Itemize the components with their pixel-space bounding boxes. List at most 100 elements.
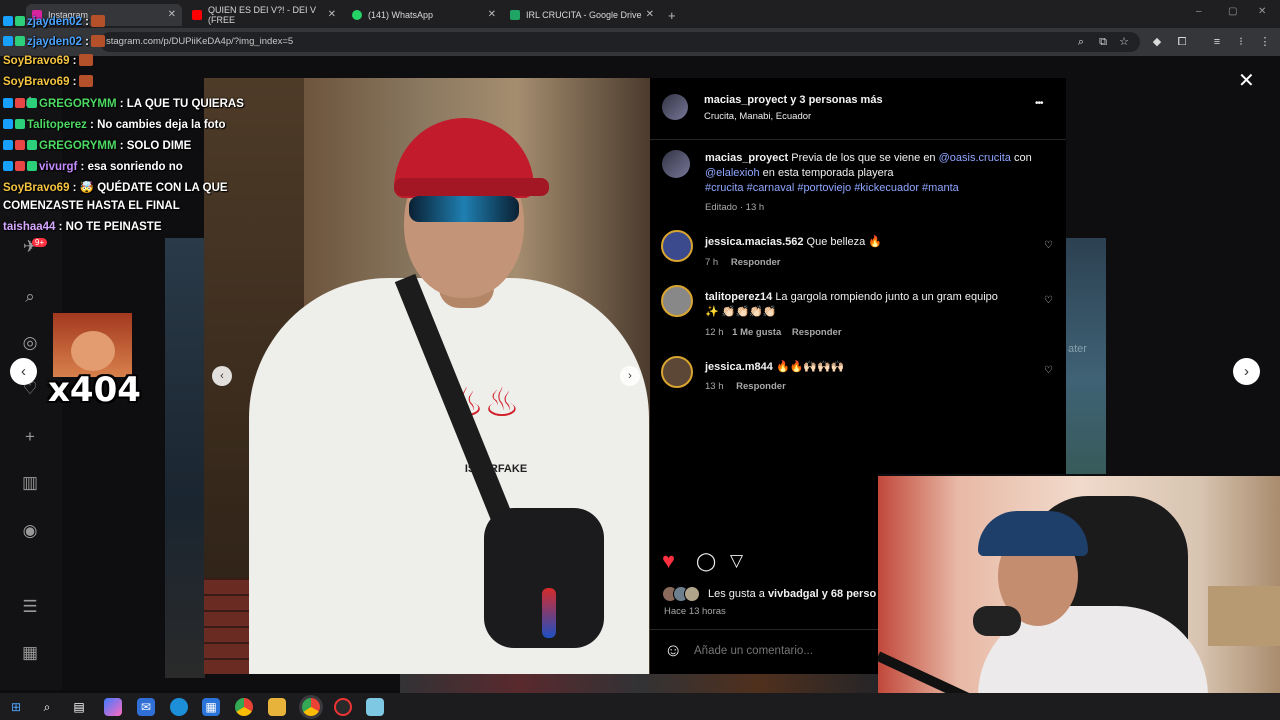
caption-mention[interactable]: @elalexioh xyxy=(705,167,760,179)
edge-icon[interactable] xyxy=(170,698,188,716)
comment-avatar[interactable] xyxy=(661,285,693,317)
next-image-button[interactable]: › xyxy=(620,366,640,386)
close-post-icon[interactable]: ✕ xyxy=(1238,68,1255,93)
apps-grid-icon[interactable]: ▦ xyxy=(19,642,41,664)
caption-text: en esta temporada playera xyxy=(762,167,894,179)
caption-mention[interactable]: @oasis.crucita xyxy=(939,152,1011,164)
maximize-icon[interactable]: ▢ xyxy=(1228,6,1237,17)
chat-username[interactable]: GREGORYMM xyxy=(39,140,117,152)
task-view-icon[interactable]: ▤ xyxy=(70,698,88,716)
likes-username[interactable]: vivbadgal xyxy=(768,588,819,600)
mail-icon[interactable]: ✉ xyxy=(137,698,155,716)
next-post-button[interactable]: › xyxy=(1233,358,1260,385)
reading-list-icon[interactable]: ≡ xyxy=(1210,35,1224,49)
chrome-icon[interactable] xyxy=(235,698,253,716)
tab-whatsapp[interactable]: (141) WhatsApp ✕ xyxy=(346,4,502,26)
close-tab-icon[interactable]: ✕ xyxy=(168,9,176,20)
comment-bubble-icon[interactable]: ◯ xyxy=(696,551,716,572)
close-window-icon[interactable]: ✕ xyxy=(1258,6,1266,17)
extension-diamond-icon[interactable]: ◆ xyxy=(1150,35,1164,49)
comment-likes[interactable]: 1 Me gusta xyxy=(732,327,781,338)
explore-icon[interactable]: ◎ xyxy=(19,332,41,354)
comment: jessica.macias.562 Que belleza 🔥 xyxy=(705,235,1035,250)
caption-hashtags[interactable]: #crucita #carnaval #portoviejo #kickecua… xyxy=(705,182,959,194)
search-icon[interactable]: ⌕ xyxy=(19,286,41,308)
close-tab-icon[interactable]: ✕ xyxy=(488,9,496,20)
dashboard-icon[interactable]: ▥ xyxy=(19,472,41,494)
chat-text: : esa sonriendo no xyxy=(77,161,183,173)
close-tab-icon[interactable]: ✕ xyxy=(646,9,654,20)
file-explorer-icon[interactable] xyxy=(268,698,286,716)
chat-username[interactable]: SoyBravo69 xyxy=(3,76,69,88)
liked-heart-icon[interactable]: ♥ xyxy=(662,548,675,574)
app-icon[interactable] xyxy=(366,698,384,716)
like-comment-heart-icon[interactable]: ♡ xyxy=(1044,295,1053,306)
bookmark-star-icon[interactable]: ☆ xyxy=(1117,35,1131,49)
tab-youtube[interactable]: QUIEN ES DEI V?! - DEI V (FREE ✕ xyxy=(186,4,342,26)
like-comment-heart-icon[interactable]: ♡ xyxy=(1044,365,1053,376)
like-comment-heart-icon[interactable]: ♡ xyxy=(1044,240,1053,251)
mod-badge-icon xyxy=(27,98,37,108)
install-icon[interactable]: ⧉ xyxy=(1096,35,1110,49)
caption-author-avatar[interactable] xyxy=(662,150,690,178)
comment-avatar[interactable] xyxy=(661,356,693,388)
reply-button[interactable]: Responder xyxy=(792,327,842,338)
store-icon[interactable]: ▦ xyxy=(202,698,220,716)
likes-count[interactable]: y 68 perso xyxy=(819,588,876,600)
coauthors-text[interactable]: y 3 personas más xyxy=(787,94,882,106)
post-photo[interactable]: ♨♨ ISPERFAKE xyxy=(204,78,650,674)
post-author-username[interactable]: macias_proyect xyxy=(704,94,787,106)
comment-text: 🔥🔥🙌🏻🙌🏻🙌🏻 xyxy=(775,361,845,373)
more-options-icon[interactable]: ••• xyxy=(1035,98,1043,109)
zoom-icon[interactable]: ⌕ xyxy=(1074,35,1088,49)
post-author-avatar[interactable] xyxy=(662,94,688,120)
comment-username[interactable]: jessica.m844 xyxy=(705,361,773,373)
more-menu-icon[interactable]: ☰ xyxy=(19,596,41,618)
comment-username[interactable]: talitoperez14 xyxy=(705,291,772,303)
add-comment-input[interactable] xyxy=(694,642,874,660)
chat-username[interactable]: vivurgf xyxy=(39,161,77,173)
chat-username[interactable]: taishaa44 xyxy=(3,221,55,233)
profile-avatar-icon[interactable]: ◉ xyxy=(19,520,41,542)
search-icon[interactable]: ⌕ xyxy=(38,698,56,716)
post-location[interactable]: Crucita, Manabi, Ecuador xyxy=(704,109,811,124)
photo-keychain-toy xyxy=(542,588,556,638)
comment-meta: 12 h 1 Me gusta Responder xyxy=(705,327,842,338)
menu-icon[interactable]: ⋮ xyxy=(1258,35,1272,49)
windows-taskbar: ⊞ ⌕ ▤ ✉ ▦ xyxy=(0,693,1280,720)
chat-username[interactable]: SoyBravo69 xyxy=(3,55,69,67)
caption-username[interactable]: macias_proyect xyxy=(705,152,788,164)
reply-button[interactable]: Responder xyxy=(731,257,781,268)
url-field[interactable]: stagram.com/p/DUPiiKeDA4p/?img_index=5 xyxy=(100,32,1140,52)
chat-username[interactable]: SoyBravo69 xyxy=(3,182,69,194)
chat-text: : LA QUE TU QUIERAS xyxy=(116,98,244,110)
chat-emote-icon xyxy=(78,54,93,66)
reply-button[interactable]: Responder xyxy=(736,381,786,392)
chrome-active-icon[interactable] xyxy=(302,698,320,716)
comment-username[interactable]: jessica.macias.562 xyxy=(705,236,803,248)
comment-avatar[interactable] xyxy=(661,230,693,262)
extensions-icon[interactable]: ⧠ xyxy=(1175,35,1189,49)
previous-post-button[interactable]: ‹ xyxy=(10,358,37,385)
chat-message: zjayden02 : xyxy=(3,14,106,30)
likes-summary[interactable]: Les gusta a vivbadgal y 68 perso xyxy=(708,587,878,602)
chat-username[interactable]: Talitoperez xyxy=(27,119,87,131)
chat-username[interactable]: GREGORYMM xyxy=(39,98,117,110)
windows-start-icon[interactable]: ⊞ xyxy=(7,698,25,716)
chat-username[interactable]: zjayden02 xyxy=(27,16,82,28)
emoji-icon[interactable]: ☺ xyxy=(664,640,682,661)
sub-badge-icon xyxy=(3,16,13,26)
chat-username[interactable]: zjayden02 xyxy=(27,36,82,48)
obs-icon[interactable] xyxy=(334,698,352,716)
profile-icon[interactable]: ⁝ xyxy=(1234,35,1248,49)
create-icon[interactable]: + xyxy=(19,426,41,448)
new-tab-button[interactable]: + xyxy=(662,4,682,26)
blurred-text: ater xyxy=(1068,343,1087,355)
previous-image-button[interactable]: ‹ xyxy=(212,366,232,386)
copilot-icon[interactable] xyxy=(104,698,122,716)
close-tab-icon[interactable]: ✕ xyxy=(328,9,336,20)
minimize-icon[interactable]: – xyxy=(1196,6,1202,17)
tab-google-drive[interactable]: IRL CRUCITA - Google Drive ✕ xyxy=(504,4,660,26)
share-paper-plane-icon[interactable]: ▽ xyxy=(730,551,743,571)
divider xyxy=(650,629,878,630)
